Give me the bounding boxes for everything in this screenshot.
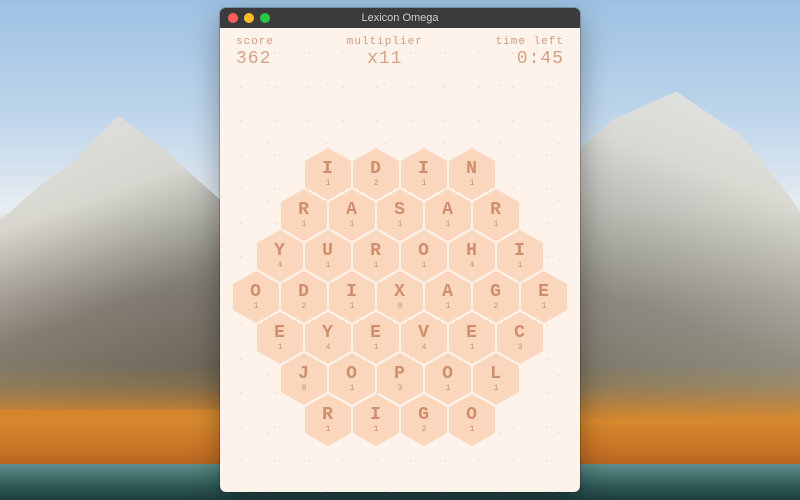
hex-points: 1 — [470, 426, 475, 434]
titlebar[interactable]: Lexicon Omega — [220, 8, 580, 28]
hex-points: 2 — [374, 180, 379, 188]
hex-letter: J — [298, 365, 310, 383]
hex-letter: Y — [322, 324, 334, 342]
hex-points: 1 — [326, 180, 331, 188]
hex-letter: C — [514, 324, 526, 342]
hex-letter: E — [466, 324, 478, 342]
hex-points: 1 — [398, 221, 403, 229]
hex-points: 4 — [422, 344, 427, 352]
traffic-lights — [228, 13, 270, 23]
hex-tile[interactable]: O1 — [449, 394, 495, 446]
hex-points: 2 — [494, 303, 499, 311]
hex-points: 1 — [446, 303, 451, 311]
hud-multiplier-label: multiplier — [347, 36, 423, 48]
hex-letter: I — [346, 283, 358, 301]
hex-letter: G — [490, 283, 502, 301]
hex-letter: A — [442, 283, 454, 301]
window-title: Lexicon Omega — [228, 12, 572, 24]
hex-letter: L — [490, 365, 502, 383]
hex-points: 1 — [374, 426, 379, 434]
hex-points: 1 — [494, 221, 499, 229]
hex-letter: I — [514, 242, 526, 260]
hex-letter: O — [466, 406, 478, 424]
hud-multiplier: multiplier x11 — [347, 36, 423, 69]
hex-row: R1I1G2O1 — [220, 394, 580, 446]
hex-letter: G — [418, 406, 430, 424]
hex-points: 1 — [422, 262, 427, 270]
hex-letter: A — [346, 201, 358, 219]
hex-letter: N — [466, 160, 478, 178]
hex-points: 1 — [326, 426, 331, 434]
hex-points: 1 — [278, 344, 283, 352]
hex-points: 1 — [254, 303, 259, 311]
hex-letter: R — [370, 242, 382, 260]
hex-points: 4 — [278, 262, 283, 270]
hex-tile[interactable]: I1 — [353, 394, 399, 446]
hex-letter: O — [418, 242, 430, 260]
hex-letter: I — [322, 160, 334, 178]
hex-points: 2 — [422, 426, 427, 434]
hex-board: I1D2I1N1R1A1S1A1R1Y4U1R1O1H4I1O1D2I1X8A1… — [220, 148, 580, 468]
hex-letter: R — [490, 201, 502, 219]
hex-points: 1 — [374, 344, 379, 352]
hex-letter: H — [466, 242, 478, 260]
hex-points: 1 — [350, 385, 355, 393]
hex-letter: O — [250, 283, 262, 301]
hex-tile[interactable]: R1 — [305, 394, 351, 446]
hex-points: 1 — [470, 180, 475, 188]
hex-letter: E — [274, 324, 286, 342]
hex-letter: E — [538, 283, 550, 301]
hex-points: 1 — [494, 385, 499, 393]
hud-time-value: 0:45 — [496, 49, 564, 69]
hex-points: 2 — [302, 303, 307, 311]
hex-points: 1 — [326, 262, 331, 270]
hex-points: 1 — [422, 180, 427, 188]
hex-points: 3 — [518, 344, 523, 352]
app-window: Lexicon Omega score 362 multiplier x11 t… — [220, 8, 580, 492]
hex-points: 1 — [350, 221, 355, 229]
hex-letter: R — [322, 406, 334, 424]
hex-points: 8 — [302, 385, 307, 393]
hex-letter: U — [322, 242, 334, 260]
hud-score-label: score — [236, 36, 274, 48]
hex-letter: I — [370, 406, 382, 424]
hex-letter: D — [370, 160, 382, 178]
hex-letter: O — [346, 365, 358, 383]
hex-points: 1 — [374, 262, 379, 270]
hud-time-label: time left — [496, 36, 564, 48]
hud: score 362 multiplier x11 time left 0:45 — [220, 28, 580, 69]
hex-letter: O — [442, 365, 454, 383]
hex-letter: A — [442, 201, 454, 219]
hex-letter: D — [298, 283, 310, 301]
hex-points: 8 — [398, 303, 403, 311]
close-icon[interactable] — [228, 13, 238, 23]
hex-points: 1 — [446, 385, 451, 393]
minimize-icon[interactable] — [244, 13, 254, 23]
hex-points: 4 — [470, 262, 475, 270]
hex-letter: S — [394, 201, 406, 219]
hex-points: 1 — [302, 221, 307, 229]
hud-score: score 362 — [236, 36, 274, 69]
hex-points: 1 — [446, 221, 451, 229]
hex-points: 4 — [326, 344, 331, 352]
hex-letter: Y — [274, 242, 286, 260]
hex-letter: X — [394, 283, 406, 301]
game-area: score 362 multiplier x11 time left 0:45 … — [220, 28, 580, 492]
hud-score-value: 362 — [236, 49, 274, 69]
hex-tile[interactable]: G2 — [401, 394, 447, 446]
hex-letter: R — [298, 201, 310, 219]
hud-time: time left 0:45 — [496, 36, 564, 69]
hex-letter: I — [418, 160, 430, 178]
hex-letter: P — [394, 365, 406, 383]
hud-multiplier-value: x11 — [347, 49, 423, 69]
zoom-icon[interactable] — [260, 13, 270, 23]
hex-points: 1 — [518, 262, 523, 270]
hex-points: 1 — [542, 303, 547, 311]
hex-points: 1 — [470, 344, 475, 352]
hex-letter: E — [370, 324, 382, 342]
hex-letter: V — [418, 324, 430, 342]
hex-points: 1 — [350, 303, 355, 311]
hex-points: 3 — [398, 385, 403, 393]
